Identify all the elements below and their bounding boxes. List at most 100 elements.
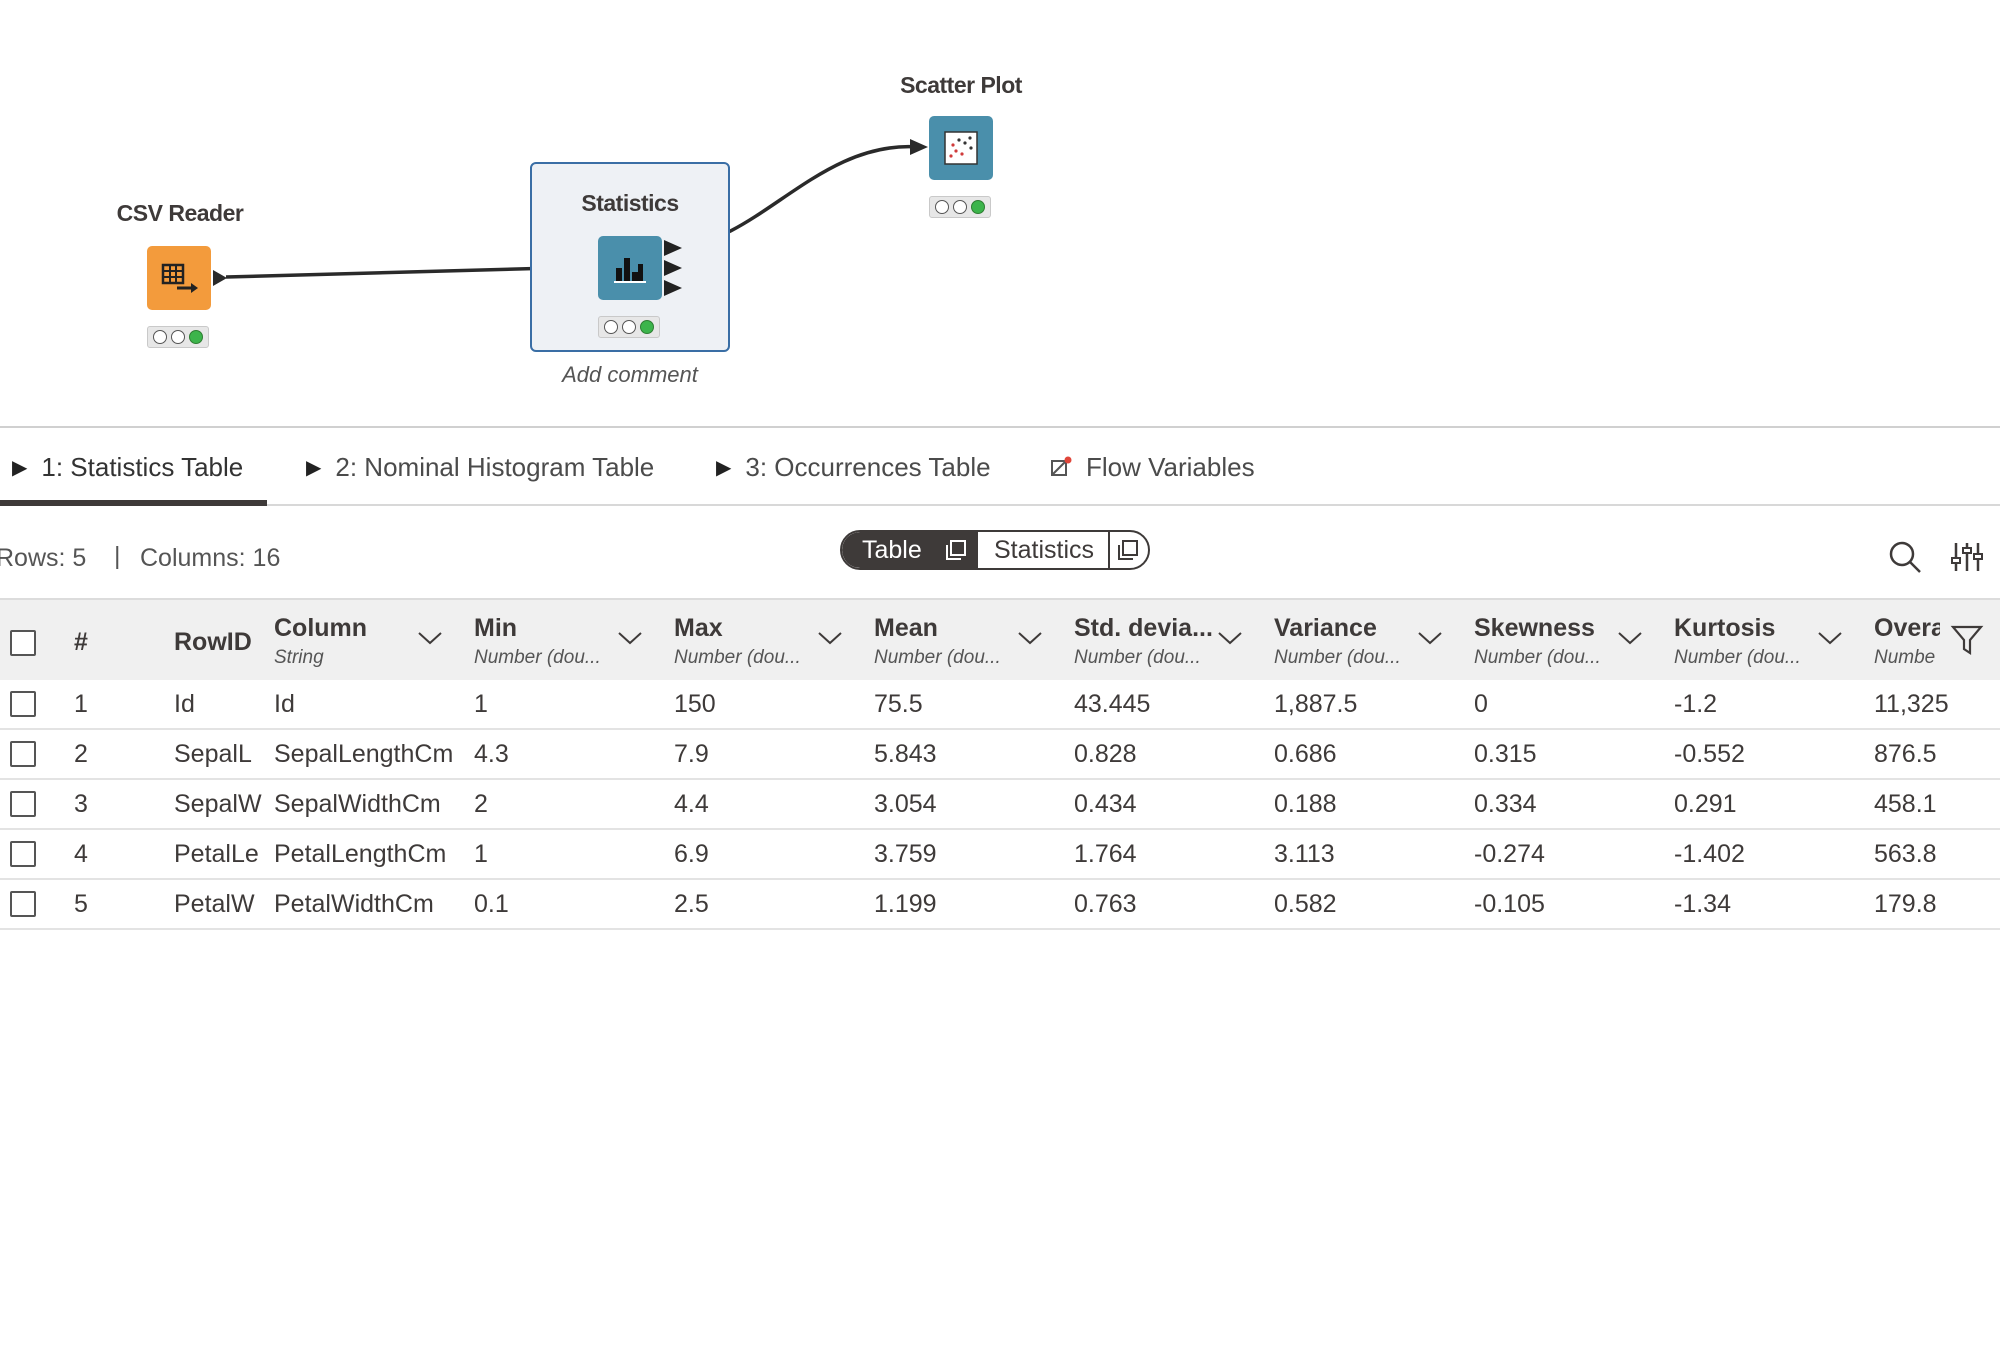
- header-rowid[interactable]: RowID: [174, 628, 252, 657]
- node-label-csv-reader: CSV Reader: [116, 200, 244, 226]
- cell-column: SepalLengthCm: [274, 740, 454, 768]
- cell-column: Id: [274, 690, 295, 718]
- cell-max: 6.9: [674, 840, 709, 868]
- rows-count: Rows: 5: [0, 544, 87, 572]
- cell-variance: 3.113: [1274, 840, 1335, 868]
- add-comment-label[interactable]: Add comment: [562, 362, 698, 388]
- filter-icon[interactable]: [1950, 624, 1984, 656]
- row-checkbox[interactable]: [10, 891, 36, 917]
- status-lamp-red: [935, 200, 949, 214]
- tab-occurrences-table[interactable]: ▶ 3: Occurrences Table: [716, 428, 991, 506]
- row-index: 3: [74, 790, 88, 818]
- status-lamp-yellow: [953, 200, 967, 214]
- row-id: Id: [174, 690, 195, 718]
- table-row[interactable]: 5 PetalW PetalWidthCm 0.1 2.5 1.199 0.76…: [0, 880, 2000, 930]
- view-toggle: Table Statistics: [840, 530, 1150, 570]
- chevron-down-icon[interactable]: [1817, 630, 1843, 646]
- cell-skewness: 0.315: [1474, 740, 1537, 768]
- cell-std-deviation: 0.434: [1074, 790, 1137, 818]
- chevron-down-icon[interactable]: [1417, 630, 1443, 646]
- header-variance[interactable]: Variance Number (dou...: [1274, 614, 1414, 669]
- cell-variance: 0.582: [1274, 890, 1337, 918]
- node-label-statistics: Statistics: [581, 190, 679, 216]
- row-id: SepalW: [174, 790, 262, 818]
- tab-label: Flow Variables: [1086, 451, 1255, 482]
- cell-variance: 0.686: [1274, 740, 1337, 768]
- header-skewness[interactable]: Skewness Number (dou...: [1474, 614, 1614, 669]
- scatter-plot-node[interactable]: [929, 116, 993, 180]
- table-row[interactable]: 1 Id Id 1 150 75.5 43.445 1,887.5 0 -1.2…: [0, 680, 2000, 730]
- cell-std-deviation: 0.828: [1074, 740, 1137, 768]
- chevron-down-icon[interactable]: [817, 630, 843, 646]
- node-status-csv-reader: [147, 326, 209, 348]
- tab-statistics-table[interactable]: ▶ 1: Statistics Table: [12, 428, 243, 506]
- header-overall-sum[interactable]: Overa Numbe: [1874, 614, 1940, 669]
- cell-kurtosis: -0.552: [1674, 740, 1745, 768]
- row-index: 4: [74, 840, 88, 868]
- cell-column: PetalLengthCm: [274, 840, 447, 868]
- scatter-plot-icon: [944, 131, 978, 165]
- table-row[interactable]: 2 SepalL SepalLengthCm 4.3 7.9 5.843 0.8…: [0, 730, 2000, 780]
- cell-column: SepalWidthCm: [274, 790, 441, 818]
- status-lamp-red: [604, 320, 618, 334]
- cell-skewness: 0: [1474, 690, 1488, 718]
- row-checkbox[interactable]: [10, 741, 36, 767]
- statistics-output-ports-icon[interactable]: [662, 238, 684, 300]
- row-checkbox[interactable]: [10, 841, 36, 867]
- cell-mean: 3.054: [874, 790, 937, 818]
- header-std-deviation[interactable]: Std. devia... Number (dou...: [1074, 614, 1214, 669]
- tab-flow-variables[interactable]: Flow Variables: [1050, 428, 1255, 506]
- columns-count: Columns: 16: [140, 544, 281, 572]
- cell-variance: 1,887.5: [1274, 690, 1358, 718]
- cell-mean: 3.759: [874, 840, 937, 868]
- open-in-window-icon[interactable]: [944, 538, 968, 562]
- cell-skewness: 0.334: [1474, 790, 1537, 818]
- chevron-down-icon[interactable]: [1617, 630, 1643, 646]
- row-id: PetalW: [174, 890, 255, 918]
- output-port-icon[interactable]: [212, 269, 228, 287]
- cell-overall-sum: 563.8: [1874, 840, 1937, 868]
- header-mean[interactable]: Mean Number (dou...: [874, 614, 1014, 669]
- row-id: SepalL: [174, 740, 252, 768]
- csv-reader-node[interactable]: [147, 246, 211, 310]
- cell-kurtosis: -1.2: [1674, 690, 1718, 718]
- header-min[interactable]: Min Number (dou...: [474, 614, 614, 669]
- header-kurtosis[interactable]: Kurtosis Number (dou...: [1674, 614, 1814, 669]
- select-all-checkbox[interactable]: [10, 630, 36, 656]
- row-checkbox[interactable]: [10, 791, 36, 817]
- cell-min: 1: [474, 840, 488, 868]
- toggle-statistics-label: Statistics: [994, 536, 1095, 564]
- tab-label: 2: Nominal Histogram Table: [335, 451, 655, 482]
- header-column[interactable]: Column String: [274, 614, 414, 669]
- toggle-statistics-button[interactable]: Statistics: [978, 532, 1148, 568]
- settings-sliders-icon[interactable]: [1950, 540, 1984, 574]
- table-row[interactable]: 4 PetalLe PetalLengthCm 1 6.9 3.759 1.76…: [0, 830, 2000, 880]
- table-row[interactable]: 3 SepalW SepalWidthCm 2 4.4 3.054 0.434 …: [0, 780, 2000, 830]
- statistics-node[interactable]: [598, 236, 662, 300]
- chevron-down-icon[interactable]: [417, 630, 443, 646]
- tab-nominal-histogram-table[interactable]: ▶ 2: Nominal Histogram Table: [306, 428, 654, 506]
- node-label-scatter-plot: Scatter Plot: [900, 72, 1022, 98]
- toggle-table-button[interactable]: Table: [842, 532, 976, 568]
- cell-min: 4.3: [474, 740, 509, 768]
- open-in-window-icon[interactable]: [1116, 538, 1140, 562]
- chevron-down-icon[interactable]: [617, 630, 643, 646]
- chevron-down-icon[interactable]: [1017, 630, 1043, 646]
- node-status-statistics: [598, 316, 660, 338]
- status-lamp-yellow: [171, 330, 185, 344]
- row-id: PetalLe: [174, 840, 259, 868]
- cell-max: 7.9: [674, 740, 709, 768]
- search-icon[interactable]: [1888, 540, 1922, 574]
- cell-min: 0.1: [474, 890, 509, 918]
- cell-min: 2: [474, 790, 488, 818]
- workflow-canvas[interactable]: CSV Reader Statistics Add comment Scatte…: [0, 0, 2000, 428]
- node-connections: [225, 139, 928, 279]
- chevron-down-icon[interactable]: [1217, 630, 1243, 646]
- cell-std-deviation: 0.763: [1074, 890, 1137, 918]
- cell-std-deviation: 1.764: [1074, 840, 1137, 868]
- header-max[interactable]: Max Number (dou...: [674, 614, 814, 669]
- node-status-scatter-plot: [929, 196, 991, 218]
- cell-skewness: -0.105: [1474, 890, 1545, 918]
- row-checkbox[interactable]: [10, 691, 36, 717]
- cell-overall-sum: 179.8: [1874, 890, 1937, 918]
